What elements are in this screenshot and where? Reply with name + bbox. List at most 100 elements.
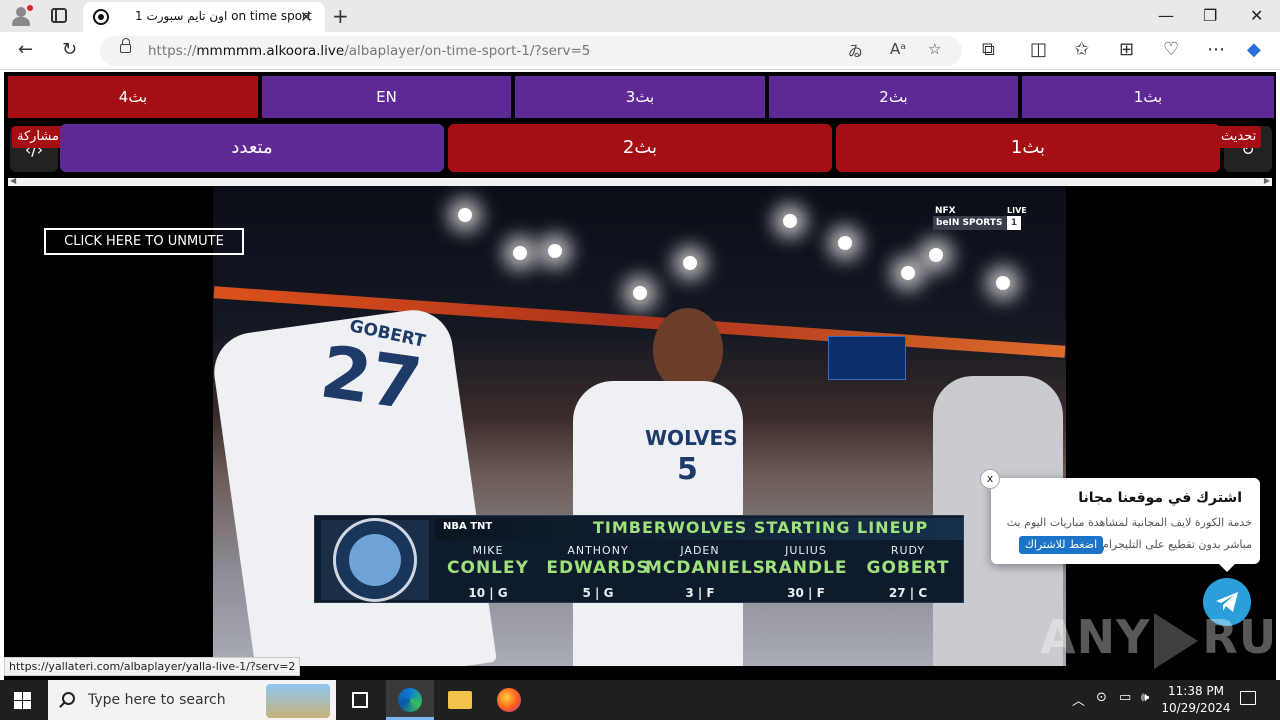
volume-icon[interactable]: 🕪: [1141, 690, 1149, 705]
browser-tab-active[interactable]: اون تايم سبورت 1 on time sport ✕: [83, 2, 325, 32]
lineup-player-stat: 10 | G: [468, 586, 508, 600]
share-label: مشاركة: [12, 126, 64, 148]
server-button-2[interactable]: بث2: [769, 76, 1018, 118]
file-explorer-icon[interactable]: [448, 691, 472, 709]
windows-start-icon[interactable]: [14, 692, 31, 709]
lineup-player: MIKE CONLEY: [447, 544, 529, 578]
server-button-3[interactable]: بث3: [515, 76, 765, 118]
link-status-tooltip: https://yallateri.com/albaplayer/yalla-l…: [4, 657, 301, 676]
jersey-number-5: 5: [677, 452, 698, 487]
channel-logo: NFX LIVE beIN SPORTS 1: [933, 206, 1027, 230]
collections-icon[interactable]: ⊞: [1119, 39, 1134, 60]
stream-2-button[interactable]: بث2: [448, 124, 832, 172]
subscribe-popup: اشترك في موقعنا مجانا خدمة الكورة لايف ا…: [991, 478, 1260, 572]
tab-close-icon[interactable]: ✕: [300, 8, 313, 26]
video-player[interactable]: NFX LIVE beIN SPORTS 1 GOBERT 27 WOLVES …: [213, 186, 1066, 666]
tray-overflow-icon[interactable]: ︿: [1072, 690, 1085, 709]
copilot-icon[interactable]: ◆: [1247, 39, 1261, 60]
extensions-icon[interactable]: ⧉: [982, 39, 995, 60]
favorites-icon[interactable]: ✩: [1074, 39, 1089, 60]
favorite-star-icon[interactable]: ☆: [928, 40, 941, 58]
refresh-label: تحديث: [1216, 126, 1262, 148]
lineup-graphic: NBA TNT TIMBERWOLVES STARTING LINEUP MIK…: [314, 515, 964, 603]
edge-browser-icon[interactable]: [398, 688, 422, 712]
popup-description: مباشر بدون تقطيع على التليجرام: [1102, 538, 1252, 551]
close-window-button[interactable]: ✕: [1250, 6, 1263, 25]
lineup-player: ANTHONY EDWARDS: [546, 544, 650, 578]
firefox-icon[interactable]: [497, 688, 521, 712]
web-page: بث4 EN بث3 بث2 بث1 ‹/› مشاركة متعدد بث2 …: [0, 70, 1280, 680]
tab-actions-icon[interactable]: [51, 8, 67, 23]
tab-title: اون تايم سبورت 1 on time sport: [135, 9, 312, 23]
arena-light: [458, 208, 472, 222]
soccer-ball-icon: [93, 9, 109, 25]
lineup-player: RUDY GOBERT: [866, 544, 950, 578]
network-logo: NBA TNT: [443, 521, 493, 532]
back-arrow-icon[interactable]: ←: [18, 39, 33, 60]
taskbar-search-box[interactable]: Type here to search: [48, 680, 336, 720]
popup-description: خدمة الكورة لايف المجانية لمشاهدة مباريا…: [1006, 516, 1252, 529]
lock-icon[interactable]: [120, 38, 131, 53]
lineup-title: TIMBERWOLVES STARTING LINEUP: [593, 518, 929, 537]
tray-app-icon[interactable]: ⊙: [1096, 690, 1107, 705]
translate-icon[interactable]: ゐ: [848, 40, 863, 61]
browser-nav-bar: ← ↻ https://mmmmm.alkoora.live/albaplaye…: [0, 32, 1280, 70]
lineup-player-stat: 5 | G: [582, 586, 614, 600]
subscribe-button[interactable]: اضغط للاشتراك: [1019, 536, 1103, 554]
lineup-player-stat: 3 | F: [685, 586, 715, 600]
arena-light: [996, 276, 1010, 290]
new-tab-button[interactable]: +: [332, 4, 349, 28]
lineup-player: JULIUS RANDLE: [764, 544, 848, 578]
multi-stream-button[interactable]: متعدد: [60, 124, 444, 172]
notification-icon[interactable]: [1240, 691, 1256, 705]
maximize-button[interactable]: ❐: [1203, 6, 1217, 25]
browser-essentials-icon[interactable]: ♡: [1163, 39, 1179, 60]
scroll-left-icon[interactable]: ◀: [10, 176, 16, 185]
arena-light: [901, 266, 915, 280]
arena-light: [783, 214, 797, 228]
scroll-right-icon[interactable]: ▶: [1264, 176, 1270, 185]
arena-light: [633, 286, 647, 300]
unmute-button[interactable]: CLICK HERE TO UNMUTE: [44, 228, 244, 255]
anyrun-watermark: ANYRUN: [1040, 610, 1280, 670]
server-buttons-row: بث4 EN بث3 بث2 بث1: [8, 76, 1274, 118]
split-screen-icon[interactable]: ◫: [1030, 39, 1047, 60]
main-stream-row: ‹/› مشاركة متعدد بث2 بث1 ↻ تحديث: [8, 124, 1274, 172]
horizontal-scrollbar[interactable]: ◀ ▶: [8, 176, 1272, 186]
windows-taskbar: Type here to search ︿ ⊙ ▭ 🕪 11:38 PM 10/…: [0, 680, 1280, 720]
more-options-icon[interactable]: ⋯: [1207, 39, 1225, 60]
popup-title: اشترك في موقعنا مجانا: [1078, 490, 1242, 506]
player-frame: بث4 EN بث3 بث2 بث1 ‹/› مشاركة متعدد بث2 …: [4, 72, 1276, 680]
search-placeholder: Type here to search: [88, 692, 226, 708]
server-button-en[interactable]: EN: [262, 76, 511, 118]
arena-scoreboard: [828, 336, 906, 380]
arena-light: [548, 244, 562, 258]
popup-close-button[interactable]: x: [980, 469, 1000, 489]
lineup-player: JADEN MCDANIELS: [645, 544, 766, 578]
refresh-icon[interactable]: ↻: [62, 39, 77, 60]
system-clock[interactable]: 11:38 PM 10/29/2024: [1160, 683, 1232, 717]
read-aloud-icon[interactable]: Aᵃ: [890, 40, 906, 58]
address-bar[interactable]: https://mmmmm.alkoora.live/albaplayer/on…: [100, 36, 962, 66]
jersey-team: WOLVES: [645, 426, 738, 450]
search-highlight-image: [266, 684, 330, 718]
browser-tab-bar: اون تايم سبورت 1 on time sport ✕ + — ❐ ✕: [0, 0, 1280, 32]
arena-light: [929, 248, 943, 262]
arena-light: [838, 236, 852, 250]
search-icon: [62, 692, 75, 705]
network-icon[interactable]: ▭: [1119, 690, 1131, 705]
profile-icon[interactable]: [10, 5, 33, 27]
arena-light: [513, 246, 527, 260]
timberwolves-logo: [321, 518, 429, 602]
lineup-player-stat: 27 | C: [888, 586, 928, 600]
play-logo-icon: [1154, 612, 1199, 669]
url-text[interactable]: https://mmmmm.alkoora.live/albaplayer/on…: [148, 43, 590, 59]
arena-light: [683, 256, 697, 270]
server-button-4[interactable]: بث4: [8, 76, 258, 118]
stream-1-button[interactable]: بث1: [836, 124, 1220, 172]
minimize-button[interactable]: —: [1158, 6, 1174, 25]
task-view-icon[interactable]: [352, 692, 368, 708]
lineup-player-stat: 30 | F: [787, 586, 825, 600]
server-button-1[interactable]: بث1: [1022, 76, 1274, 118]
player-head: [653, 308, 723, 392]
